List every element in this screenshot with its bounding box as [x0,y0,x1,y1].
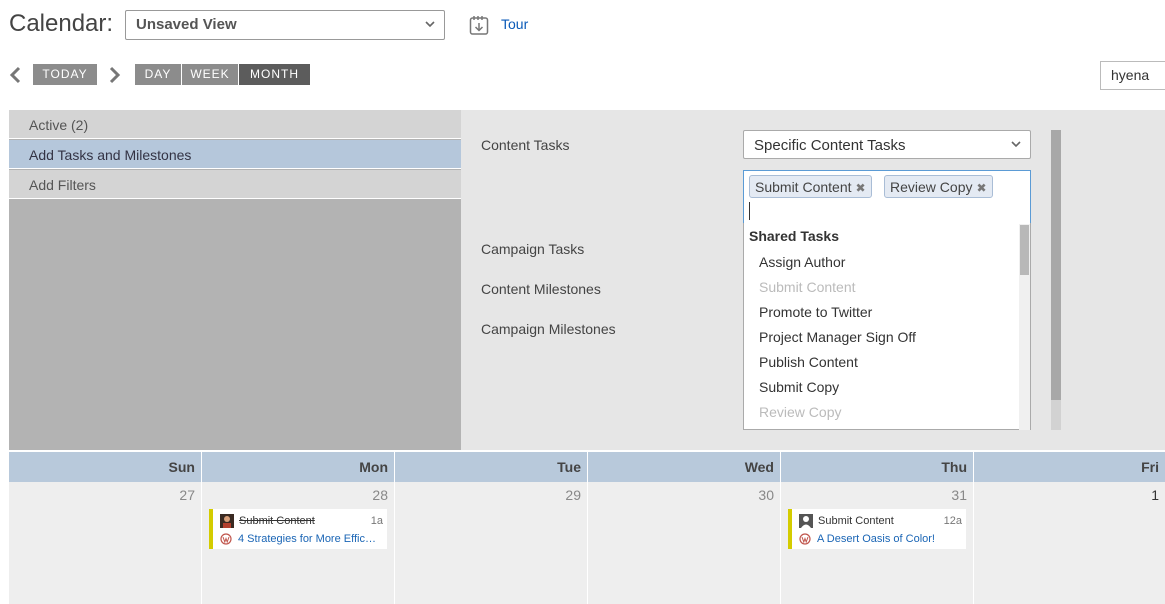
content-tasks-label: Content Tasks [481,137,570,153]
panel-scrollbar-thumb[interactable] [1051,130,1061,400]
dropdown-option-assign-author[interactable]: Assign Author [759,254,845,270]
dropdown-option-submit-content: Submit Content [759,279,856,295]
event-content-link[interactable]: 4 Strategies for More Effic… [238,533,376,545]
token-label: Submit Content [755,179,852,195]
text-cursor [749,202,750,220]
event-task-title: Submit Content [818,514,894,527]
tab-add-tasks-milestones[interactable]: Add Tasks and Milestones [9,140,461,169]
dropdown-option-review-copy: Review Copy [759,404,842,420]
day-header-sun: Sun [9,452,201,482]
day-cell[interactable]: 29 [395,482,587,604]
page-title: Calendar: [9,10,114,37]
saved-view-value: Unsaved View [136,16,237,33]
day-header-mon: Mon [202,452,394,482]
tab-active[interactable]: Active (2) [9,110,461,139]
dropdown-option-promote-to-twitter[interactable]: Promote to Twitter [759,304,872,320]
wordpress-icon [220,532,232,545]
dropdown-scrollbar-thumb[interactable] [1020,225,1029,275]
chevron-down-icon [425,21,435,28]
tour-link[interactable]: Tour [501,16,528,32]
campaign-tasks-label: Campaign Tasks [481,241,585,257]
today-button[interactable]: TODAY [33,64,97,85]
event-task-title: Submit Content [239,514,315,527]
content-tasks-select-value: Specific Content Tasks [754,137,906,154]
day-cell[interactable]: 27 [9,482,201,604]
day-cell[interactable]: 30 [588,482,780,604]
token-submit-content: Submit Content ✖ [749,175,872,198]
week-view-button[interactable]: WEEK [182,64,238,85]
date-number: 31 [951,487,967,503]
remove-token-icon[interactable]: ✖ [856,181,866,195]
event-content-link[interactable]: A Desert Oasis of Color! [817,533,935,545]
day-header-fri: Fri [974,452,1165,482]
event-time: 1a [370,514,383,527]
day-header-thu: Thu [781,452,973,482]
dropdown-option-publish-content[interactable]: Publish Content [759,354,858,370]
date-number: 30 [758,487,774,503]
calendar-download-icon[interactable] [469,14,489,36]
day-view-button[interactable]: DAY [135,64,181,85]
event-time: 12a [943,514,962,527]
campaign-milestones-label: Campaign Milestones [481,321,616,337]
next-arrow-icon[interactable] [107,66,121,84]
dropdown-group-header: Shared Tasks [749,228,840,244]
remove-token-icon[interactable]: ✖ [976,181,986,195]
day-cell[interactable]: 1 [974,482,1165,604]
chevron-down-icon [1011,141,1021,148]
calendar-event[interactable]: Submit Content 1a 4 Strategies for More … [209,509,387,549]
date-number: 1 [1151,487,1159,503]
previous-arrow-icon[interactable] [9,66,23,84]
user-avatar-icon [799,513,813,528]
search-input[interactable]: hyena [1100,61,1165,90]
content-tasks-select[interactable]: Specific Content Tasks [743,130,1031,159]
calendar-event[interactable]: Submit Content 12a A Desert Oasis of Col… [788,509,966,549]
month-view-button[interactable]: MONTH [239,64,310,85]
tab-add-filters[interactable]: Add Filters [9,170,461,199]
token-label: Review Copy [890,179,973,195]
wordpress-icon [799,532,811,545]
day-header-wed: Wed [588,452,780,482]
dropdown-option-submit-copy[interactable]: Submit Copy [759,379,839,395]
token-review-copy: Review Copy ✖ [884,175,993,198]
date-number: 28 [372,487,388,503]
user-avatar-icon [220,513,234,528]
dropdown-option-project-manager-sign-off[interactable]: Project Manager Sign Off [759,329,916,345]
date-number: 27 [179,487,195,503]
day-header-tue: Tue [395,452,587,482]
date-number: 29 [565,487,581,503]
content-milestones-label: Content Milestones [481,281,601,297]
saved-view-select[interactable]: Unsaved View [125,10,445,40]
